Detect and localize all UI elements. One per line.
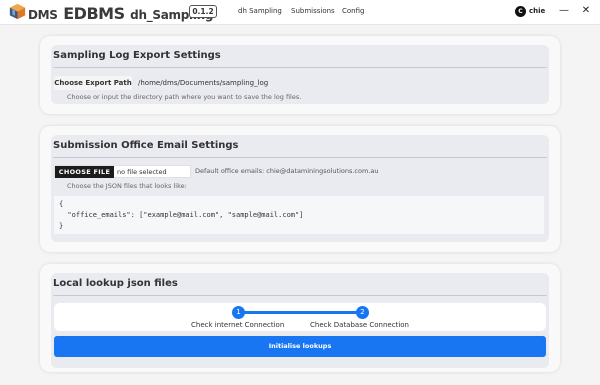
- cube-logo-icon: [9, 3, 26, 20]
- json-example-code: { "office_emails": ["example@mail.com", …: [54, 196, 544, 234]
- user-name[interactable]: chie: [529, 7, 545, 15]
- initialise-lookups-button[interactable]: Initialise lookups: [54, 336, 546, 357]
- email-settings-panel: Submission Office Email Settings CHOOSE …: [51, 135, 549, 242]
- step-connector: [240, 311, 364, 314]
- lookup-card: Local lookup json files 1 Check internet…: [40, 264, 560, 372]
- code-line: {: [59, 200, 64, 208]
- file-input[interactable]: CHOOSE FILE no file selected: [54, 165, 191, 178]
- email-settings-card: Submission Office Email Settings CHOOSE …: [40, 126, 560, 252]
- title-divider: [53, 67, 547, 68]
- nav-config[interactable]: Config: [342, 7, 364, 15]
- export-path-field[interactable]: /home/dms/Documents/sampling_log: [138, 79, 268, 87]
- file-status: no file selected: [117, 168, 167, 176]
- default-email-label: Default office emails: chie@dataminingso…: [195, 167, 379, 175]
- step-2-label: Check Database Connection: [310, 321, 409, 329]
- nav-submissions[interactable]: Submissions: [291, 7, 335, 15]
- sampling-log-panel: Sampling Log Export Settings Choose Expo…: [51, 45, 549, 104]
- connection-stepper: 1 Check internet Connection 2 Check Data…: [54, 303, 546, 331]
- app-brand: DMS EDBMS dh_Sampling: [28, 4, 214, 23]
- title-divider: [53, 295, 547, 296]
- step-2-circle: 2: [356, 306, 369, 319]
- close-icon[interactable]: ✕: [580, 4, 592, 18]
- lookup-panel: Local lookup json files 1 Check internet…: [51, 273, 549, 368]
- step-1-circle: 1: [232, 306, 245, 319]
- version-badge: 0.1.2: [189, 5, 217, 18]
- step-1-label: Check internet Connection: [191, 321, 285, 329]
- sampling-log-card: Sampling Log Export Settings Choose Expo…: [40, 36, 560, 114]
- sampling-log-title: Sampling Log Export Settings: [53, 50, 221, 61]
- brand-main: EDBMS: [63, 4, 125, 23]
- export-path-hint: Choose or input the directory path where…: [67, 93, 302, 101]
- json-hint: Choose the JSON files that looks like:: [67, 182, 187, 190]
- lookup-title: Local lookup json files: [53, 278, 178, 289]
- app-header: DMS EDBMS dh_Sampling 0.1.2 dh Sampling …: [0, 0, 600, 25]
- code-line: }: [59, 222, 64, 230]
- brand-prefix: DMS: [28, 8, 58, 22]
- choose-file-button[interactable]: CHOOSE FILE: [55, 166, 114, 178]
- minimize-icon[interactable]: —: [558, 4, 570, 18]
- nav-dh-sampling[interactable]: dh Sampling: [238, 7, 282, 15]
- code-line: "office_emails": ["example@mail.com", "s…: [59, 211, 304, 219]
- choose-export-path-button[interactable]: Choose Export Path: [54, 76, 132, 90]
- email-settings-title: Submission Office Email Settings: [53, 140, 239, 151]
- avatar[interactable]: C: [515, 6, 526, 17]
- title-divider: [53, 157, 547, 158]
